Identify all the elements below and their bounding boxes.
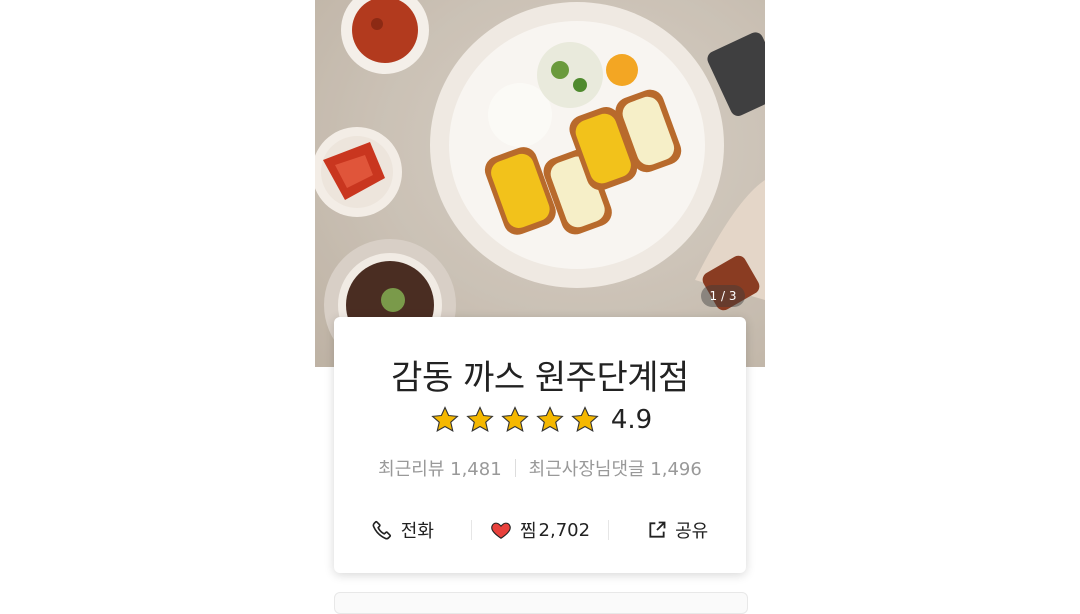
call-label: 전화 [400,521,434,542]
favorite-label: 찜 [519,521,537,542]
image-counter: 1 / 3 [701,285,745,307]
review-stats: 최근리뷰 1,481 최근사장님댓글 1,496 [334,455,746,481]
star-icon [501,406,530,432]
favorite-count: 2,702 [538,519,591,541]
rating-value: 4.9 [610,405,653,435]
star-icon [536,406,565,432]
favorite-button[interactable]: 찜 2,702 [472,517,609,543]
action-bar: 전화 찜 2,702 공유 [334,513,746,547]
heart-icon [491,522,511,539]
next-section-card [334,592,748,614]
store-name: 감동 까스 원주단계점 [391,358,689,398]
divider [514,459,516,477]
star-icon [431,406,460,432]
share-label: 공유 [675,521,709,542]
call-button[interactable]: 전화 [334,517,471,543]
star-icon [571,406,600,432]
share-icon [649,521,666,538]
recent-reviews-link[interactable]: 최근리뷰 1,481 [378,455,502,481]
food-photo-illustration [315,0,765,367]
phone-icon [372,521,391,540]
rating-row: 4.9 [334,405,746,435]
store-photo[interactable]: 1 / 3 [315,0,765,367]
owner-replies-link[interactable]: 최근사장님댓글 1,496 [529,455,702,481]
star-icon [466,406,495,432]
store-info-card: 감동 까스 원주단계점 4.9 최근리뷰 1,481 최근사장님댓글 1,496… [334,317,746,573]
share-button[interactable]: 공유 [609,517,746,543]
